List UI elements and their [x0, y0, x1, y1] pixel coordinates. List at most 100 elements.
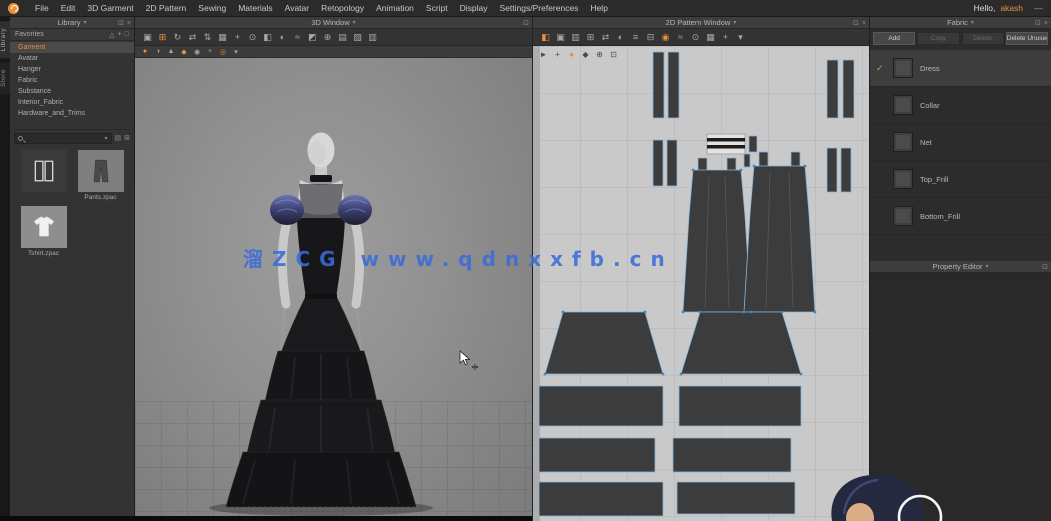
library-category[interactable]: Avatar [10, 53, 134, 64]
fabric-action-button[interactable]: Add [873, 32, 916, 45]
chevron-down-icon[interactable]: ▾ [971, 19, 974, 26]
tool-icon[interactable]: ⊞ [156, 31, 169, 44]
close-panel-icon[interactable]: × [862, 20, 866, 27]
mini-tool-icon[interactable]: ◑ [153, 47, 163, 57]
tool-icon[interactable]: ⇄ [186, 31, 199, 44]
tool-icon[interactable]: ▤ [336, 31, 349, 44]
tool-icon[interactable]: ⊙ [246, 31, 259, 44]
pattern-piece-small[interactable] [743, 153, 751, 168]
app-logo-icon[interactable] [8, 2, 19, 14]
tool-icon[interactable]: ▥ [366, 31, 379, 44]
library-category[interactable]: Substance [10, 86, 134, 97]
menu-item[interactable]: 2D Pattern [140, 0, 193, 17]
mini-tool-icon[interactable]: ◉ [192, 47, 202, 57]
pattern-piece-dress-front[interactable] [682, 169, 752, 313]
pattern-piece-frill[interactable] [538, 437, 656, 473]
library-asset-jacket[interactable] [17, 150, 70, 202]
favorites-action-icon[interactable]: △ [109, 31, 114, 39]
tool-icon[interactable]: ▣ [554, 31, 567, 44]
menu-item[interactable]: Avatar [279, 0, 315, 17]
close-panel-icon[interactable]: × [127, 20, 131, 27]
fabric-action-button[interactable]: Delete Unused [1005, 32, 1048, 45]
pattern-piece-frill[interactable] [538, 385, 664, 427]
2d-pattern-canvas[interactable]: ► + ● ◆ ⊕ ⊡ [533, 46, 869, 521]
pattern-piece-strip[interactable] [826, 147, 838, 193]
tool-icon[interactable]: ◩ [306, 31, 319, 44]
library-category[interactable]: Garment [10, 42, 134, 53]
minimize-icon[interactable]: — [1034, 3, 1043, 13]
tool-icon[interactable]: ⊞ [584, 31, 597, 44]
3d-viewport[interactable] [135, 58, 532, 516]
favorites-action-icon[interactable]: □ [125, 31, 129, 39]
pattern-piece-collar[interactable] [706, 133, 746, 155]
pattern-piece-frill[interactable] [672, 437, 792, 473]
tool-icon[interactable]: ▾ [734, 31, 747, 44]
menu-item[interactable]: Script [420, 0, 454, 17]
mini-tool-icon[interactable]: ● [566, 49, 577, 60]
fabric-item[interactable]: ✓ Net [870, 124, 1051, 161]
tool-icon[interactable]: ≈ [291, 31, 304, 44]
pattern-piece-strip[interactable] [652, 51, 665, 119]
menu-item[interactable]: Edit [55, 0, 82, 17]
mini-tool-icon[interactable]: ◆ [580, 49, 591, 60]
tool-icon[interactable]: ▧ [351, 31, 364, 44]
tool-icon[interactable]: ⊟ [644, 31, 657, 44]
float-panel-icon[interactable]: ⊡ [1042, 263, 1048, 271]
pattern-piece-strip[interactable] [652, 139, 664, 187]
library-category[interactable]: Interior_Fabric [10, 97, 134, 108]
mini-tool-icon[interactable]: ◆ [179, 47, 189, 57]
tool-icon[interactable]: ◉ [659, 31, 672, 44]
mini-tool-icon[interactable]: ◎ [218, 47, 228, 57]
library-category[interactable]: Fabric [10, 75, 134, 86]
tool-icon[interactable]: ▥ [569, 31, 582, 44]
pattern-piece-skirt-panel[interactable] [544, 311, 664, 375]
tool-icon[interactable]: ◐ [614, 31, 627, 44]
pattern-piece-dress-back[interactable] [743, 165, 816, 313]
pattern-piece-frill[interactable] [676, 481, 796, 515]
tool-icon[interactable]: ⇄ [599, 31, 612, 44]
pattern-piece-frill[interactable] [538, 481, 664, 517]
tool-icon[interactable]: ≈ [674, 31, 687, 44]
2d-window-header[interactable]: 2D Pattern Window ▾ ⊡ × [533, 17, 869, 29]
tool-icon[interactable]: ◐ [276, 31, 289, 44]
library-asset-pants[interactable]: Pants.zpac [74, 150, 127, 202]
tool-icon[interactable]: ≡ [629, 31, 642, 44]
pattern-piece-strip[interactable] [826, 59, 839, 119]
3d-window-header[interactable]: 3D Window ▾ ⊡ [135, 17, 532, 29]
mini-tool-icon[interactable]: ▲ [166, 47, 176, 57]
chevron-down-icon[interactable]: ▾ [104, 135, 107, 142]
library-category[interactable]: Hanger [10, 64, 134, 75]
search-input[interactable]: ▾ [14, 132, 112, 144]
view-mode-icon[interactable]: ⊞ [124, 134, 130, 142]
mini-tool-icon[interactable]: + [552, 49, 563, 60]
pattern-piece-collar-stand[interactable] [748, 135, 758, 153]
tool-icon[interactable]: ⇅ [201, 31, 214, 44]
menu-item[interactable]: Settings/Preferences [494, 0, 585, 17]
tool-icon[interactable]: ◧ [539, 31, 552, 44]
float-panel-icon[interactable]: ⊡ [1035, 19, 1041, 27]
pattern-piece-strip[interactable] [840, 147, 852, 193]
view-mode-icon[interactable]: ▤ [115, 134, 122, 142]
fabric-action-button[interactable]: Delete [961, 32, 1004, 45]
menu-item[interactable]: File [29, 0, 55, 17]
library-asset-tshirt[interactable]: Tshirt.zpac [17, 206, 70, 258]
close-panel-icon[interactable]: × [1044, 20, 1048, 27]
pattern-piece-strip[interactable] [667, 51, 680, 119]
tool-icon[interactable]: + [231, 31, 244, 44]
tool-icon[interactable]: ⊙ [689, 31, 702, 44]
mini-tool-icon[interactable]: ● [140, 47, 150, 57]
menu-item[interactable]: Retopology [315, 0, 370, 17]
mini-tool-icon[interactable]: ⊡ [608, 49, 619, 60]
mini-tool-icon[interactable]: ⊕ [594, 49, 605, 60]
chevron-down-icon[interactable]: ▾ [83, 19, 86, 26]
property-editor-header[interactable]: Property Editor ▾ ⊡ [870, 261, 1051, 273]
menu-item[interactable]: 3D Garment [81, 0, 139, 17]
chevron-down-icon[interactable]: ▾ [353, 19, 356, 26]
fabric-item[interactable]: ✓ Dress [870, 50, 1051, 87]
mini-tool-icon[interactable]: ▾ [231, 47, 241, 57]
fabric-item[interactable]: ✓ Bottom_Frill [870, 198, 1051, 235]
float-panel-icon[interactable]: ⊡ [523, 19, 529, 27]
pattern-piece-skirt-panel[interactable] [680, 311, 802, 375]
tool-icon[interactable]: ▦ [704, 31, 717, 44]
tool-icon[interactable]: ◧ [261, 31, 274, 44]
